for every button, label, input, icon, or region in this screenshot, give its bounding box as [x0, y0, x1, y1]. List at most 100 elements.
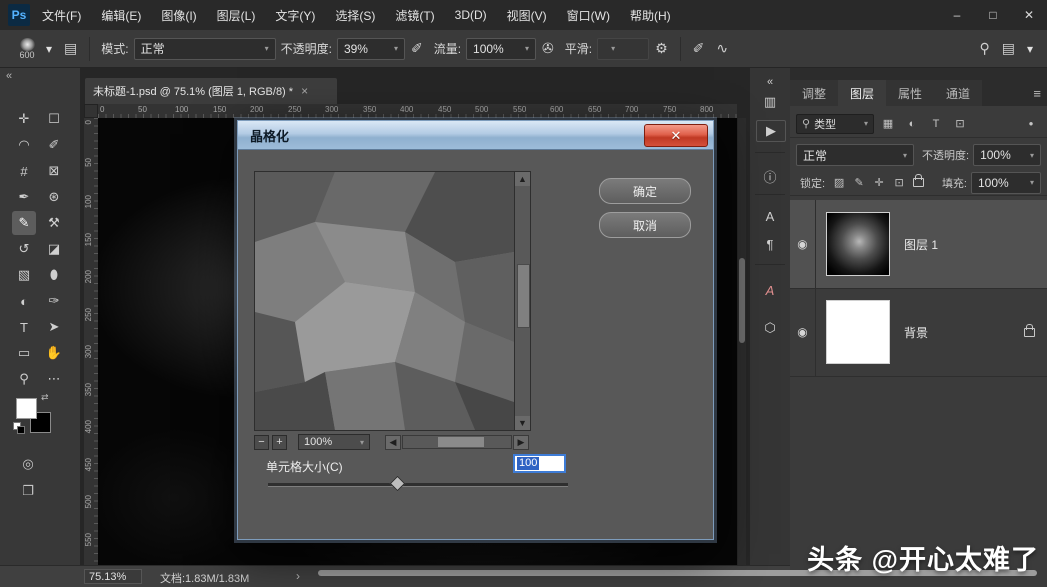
- filter-type-layers-button[interactable]: T: [926, 115, 946, 133]
- quick-mask-button[interactable]: ◎: [16, 453, 40, 475]
- layer-thumbnail[interactable]: [826, 212, 890, 276]
- canvas-vertical-scrollbar[interactable]: [738, 118, 746, 565]
- cell-size-input[interactable]: 100: [513, 454, 566, 473]
- scrollbar-thumb[interactable]: [438, 437, 484, 447]
- menu-item-image[interactable]: 图像(I): [161, 7, 196, 24]
- menu-item-view[interactable]: 视图(V): [507, 7, 547, 24]
- menu-item-filter[interactable]: 滤镜(T): [395, 7, 434, 24]
- brush-preset-arrow-icon[interactable]: ▾: [40, 39, 58, 59]
- tab-close-icon[interactable]: ×: [301, 84, 308, 98]
- lock-position-icon[interactable]: ✛: [871, 175, 887, 191]
- shape-tool[interactable]: ▭: [12, 341, 36, 365]
- layer-row-background[interactable]: ◉ 背景: [790, 288, 1047, 377]
- fill-dropdown[interactable]: 100% ▾: [971, 172, 1041, 194]
- tab-properties[interactable]: 属性: [886, 80, 934, 106]
- dialog-close-button[interactable]: ✕: [644, 124, 708, 147]
- workspace-arrow-icon[interactable]: ▾: [1021, 39, 1039, 59]
- lasso-tool[interactable]: ◠: [12, 133, 36, 157]
- menu-item-file[interactable]: 文件(F): [42, 7, 81, 24]
- airbrush-icon[interactable]: ✇: [542, 40, 554, 57]
- character-panel-button[interactable]: A: [756, 204, 784, 228]
- preview-zoom-out-button[interactable]: −: [254, 435, 269, 450]
- slider-thumb[interactable]: [390, 476, 406, 492]
- collapse-tools-icon[interactable]: «: [6, 70, 12, 82]
- cancel-button[interactable]: 取消: [599, 212, 691, 238]
- layer-filter-type-dropdown[interactable]: ⚲ 类型 ▾: [796, 114, 874, 134]
- path-select-tool[interactable]: ➤: [42, 315, 66, 339]
- menu-item-select[interactable]: 选择(S): [335, 7, 375, 24]
- smoothing-dropdown[interactable]: ▾: [597, 38, 649, 60]
- layer-filter-toggle[interactable]: ●: [1021, 115, 1041, 133]
- eraser-tool[interactable]: ◪: [42, 237, 66, 261]
- mode-dropdown[interactable]: 正常 ▾: [134, 38, 276, 60]
- type-tool[interactable]: T: [12, 315, 36, 339]
- layer-opacity-dropdown[interactable]: 100% ▾: [973, 144, 1041, 166]
- lock-transparency-icon[interactable]: ▨: [831, 175, 847, 191]
- menu-item-edit[interactable]: 编辑(E): [101, 7, 141, 24]
- quick-select-tool[interactable]: ✐: [42, 133, 66, 157]
- tab-layers[interactable]: 图层: [838, 80, 886, 106]
- layer-visibility-toggle[interactable]: ◉: [790, 288, 816, 376]
- smoothing-options-gear-icon[interactable]: ⚙: [655, 40, 668, 57]
- brush-preset-picker[interactable]: 600: [14, 38, 40, 60]
- filter-shape-layers-button[interactable]: ⊡: [950, 115, 970, 133]
- scroll-up-icon[interactable]: ▲: [515, 172, 530, 186]
- screen-mode-button[interactable]: ❐: [16, 480, 40, 502]
- default-colors-icon[interactable]: [13, 422, 25, 434]
- opacity-dropdown[interactable]: 39% ▾: [337, 38, 405, 60]
- history-brush-tool[interactable]: ↺: [12, 237, 36, 261]
- paragraph-panel-button[interactable]: ¶: [756, 232, 784, 256]
- healing-tool[interactable]: ⊛: [42, 185, 66, 209]
- slice-tool[interactable]: ⊠: [42, 159, 66, 183]
- info-panel-button[interactable]: ⓘ: [756, 164, 784, 188]
- brush-settings-panel-icon[interactable]: ▤: [64, 40, 77, 57]
- filter-preview[interactable]: ▲ ▼: [254, 171, 531, 431]
- menu-item-layer[interactable]: 图层(L): [217, 7, 256, 24]
- filter-adjustment-layers-button[interactable]: ◐: [902, 115, 922, 133]
- cell-size-slider[interactable]: [268, 483, 568, 487]
- search-icon[interactable]: ⚲: [979, 40, 989, 57]
- pressure-size-icon[interactable]: ✐: [693, 40, 705, 57]
- gradient-tool[interactable]: ▧: [12, 263, 36, 287]
- preview-zoom-in-button[interactable]: +: [272, 435, 287, 450]
- close-button[interactable]: ✕: [1011, 0, 1047, 30]
- more-tools[interactable]: ⋯: [42, 367, 66, 391]
- scrollbar-thumb[interactable]: [739, 258, 745, 343]
- move-tool[interactable]: ✛: [12, 107, 36, 131]
- tab-adjustments[interactable]: 调整: [790, 80, 838, 106]
- scroll-right-icon[interactable]: ▶: [513, 435, 529, 450]
- vertical-ruler[interactable]: 0 50 100 150 200 250 300 350 400 450 500…: [84, 118, 99, 565]
- pressure-opacity-icon[interactable]: ✐: [411, 40, 423, 57]
- lock-all-icon[interactable]: [913, 178, 924, 187]
- pen-tool[interactable]: ✑: [42, 289, 66, 313]
- swap-colors-icon[interactable]: ⇄: [41, 392, 49, 403]
- 3d-panel-button[interactable]: ⬡: [756, 316, 784, 340]
- preview-vertical-scrollbar[interactable]: ▲ ▼: [514, 172, 530, 430]
- layer-visibility-toggle[interactable]: ◉: [790, 200, 816, 288]
- eyedropper-tool[interactable]: ✒: [12, 185, 36, 209]
- panel-menu-icon[interactable]: ≡: [1033, 86, 1041, 101]
- menu-item-type[interactable]: 文字(Y): [275, 7, 315, 24]
- maximize-button[interactable]: □: [975, 0, 1011, 30]
- layer-thumbnail[interactable]: [826, 300, 890, 364]
- layer-row-1[interactable]: ◉ 图层 1: [790, 200, 1047, 289]
- blur-tool[interactable]: ⬮: [42, 263, 66, 287]
- zoom-level-field[interactable]: 75.13%: [84, 569, 142, 584]
- foreground-color-swatch[interactable]: [16, 398, 37, 419]
- flow-dropdown[interactable]: 100% ▾: [466, 38, 536, 60]
- horizontal-ruler[interactable]: 0 50 100 150 200 250 300 350 400 450 500…: [98, 104, 737, 119]
- scroll-down-icon[interactable]: ▼: [515, 416, 530, 430]
- actions-panel-button[interactable]: ▶: [756, 120, 786, 142]
- status-options-chevron[interactable]: ›: [296, 569, 300, 583]
- ok-button[interactable]: 确定: [599, 178, 691, 204]
- glyphs-panel-button[interactable]: A: [756, 278, 784, 302]
- dialog-titlebar[interactable]: 晶格化: [238, 121, 713, 150]
- blend-mode-dropdown[interactable]: 正常 ▾: [796, 144, 914, 166]
- brush-tool[interactable]: ✎: [12, 211, 36, 235]
- lock-pixels-icon[interactable]: ✎: [851, 175, 867, 191]
- symmetry-icon[interactable]: ∿: [716, 40, 728, 57]
- scroll-left-icon[interactable]: ◀: [385, 435, 401, 450]
- tab-channels[interactable]: 通道: [934, 80, 982, 106]
- history-panel-button[interactable]: ▥: [756, 90, 784, 114]
- minimize-button[interactable]: –: [939, 0, 975, 30]
